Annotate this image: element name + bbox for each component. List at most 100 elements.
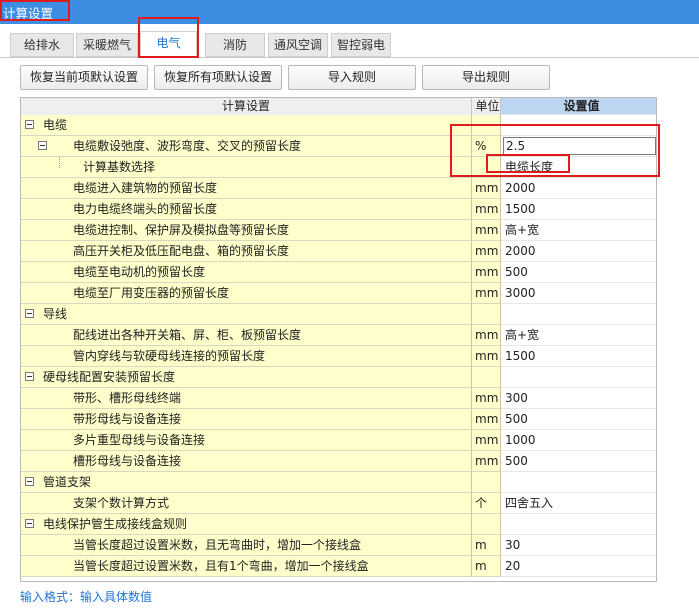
table-row[interactable]: 带形母线与设备连接 mm 500 (21, 409, 656, 430)
setting-label: 电缆 (43, 118, 68, 132)
setting-label: 配线进出各种开关箱、屏、柜、板预留长度 (73, 328, 302, 342)
value-cell[interactable]: 20 (501, 556, 656, 577)
restore-all-button[interactable]: 恢复所有项默认设置 (154, 65, 282, 90)
setting-name-cell[interactable]: 计算基数选择 (21, 157, 472, 178)
setting-label: 高压开关柜及低压配电盘、箱的预留长度 (73, 244, 290, 258)
setting-name-cell[interactable]: 支架个数计算方式 (21, 493, 472, 514)
setting-name-cell[interactable]: 电线保护管生成接线盒规则 (21, 514, 472, 535)
setting-name-cell[interactable]: 硬母线配置安装预留长度 (21, 367, 472, 388)
table-row[interactable]: 管内穿线与软硬母线连接的预留长度 mm 1500 (21, 346, 656, 367)
collapse-icon[interactable] (25, 477, 34, 486)
table-row[interactable]: 电力电缆终端头的预留长度 mm 1500 (21, 199, 656, 220)
tab-weak-current[interactable]: 智控弱电 (331, 33, 391, 57)
setting-name-cell[interactable]: 电缆至电动机的预留长度 (21, 262, 472, 283)
unit-cell: 个 (472, 493, 501, 514)
setting-name-cell[interactable]: 管内穿线与软硬母线连接的预留长度 (21, 346, 472, 367)
setting-label: 电缆进控制、保护屏及模拟盘等预留长度 (73, 223, 290, 237)
table-row[interactable]: 高压开关柜及低压配电盘、箱的预留长度 mm 2000 (21, 241, 656, 262)
setting-label: 当管长度超过设置米数，且有1个弯曲，增加一个接线盒 (73, 559, 369, 573)
setting-name-cell[interactable]: 当管长度超过设置米数，且无弯曲时，增加一个接线盒 (21, 535, 472, 556)
table-row[interactable]: 多片重型母线与设备连接 mm 1000 (21, 430, 656, 451)
table-row[interactable]: 带形、槽形母线终端 mm 300 (21, 388, 656, 409)
value-cell[interactable] (501, 472, 656, 493)
value-cell[interactable]: 四舍五入 (501, 493, 656, 514)
setting-label: 硬母线配置安装预留长度 (43, 370, 176, 384)
setting-label: 带形母线与设备连接 (73, 412, 182, 426)
unit-cell: mm (472, 220, 501, 241)
setting-name-cell[interactable]: 管道支架 (21, 472, 472, 493)
value-cell[interactable]: 1500 (501, 346, 656, 367)
value-cell[interactable] (501, 514, 656, 535)
setting-name-cell[interactable]: 当管长度超过设置米数，且有1个弯曲，增加一个接线盒 (21, 556, 472, 577)
tab-plumbing[interactable]: 给排水 (10, 33, 74, 57)
header-value: 设置值 (501, 98, 656, 115)
setting-name-cell[interactable]: 带形母线与设备连接 (21, 409, 472, 430)
setting-label: 电缆至电动机的预留长度 (73, 265, 206, 279)
value-cell[interactable]: 2000 (501, 178, 656, 199)
setting-name-cell[interactable]: 电缆 (21, 115, 472, 136)
import-rules-button[interactable]: 导入规则 (288, 65, 416, 90)
setting-name-cell[interactable]: 导线 (21, 304, 472, 325)
unit-cell: mm (472, 241, 501, 262)
collapse-icon[interactable] (25, 309, 34, 318)
unit-cell: mm (472, 409, 501, 430)
table-row[interactable]: 当管长度超过设置米数，且有1个弯曲，增加一个接线盒 m 20 (21, 556, 656, 577)
table-row[interactable]: 槽形母线与设备连接 mm 500 (21, 451, 656, 472)
setting-name-cell[interactable]: 多片重型母线与设备连接 (21, 430, 472, 451)
collapse-icon[interactable] (25, 372, 34, 381)
setting-label: 导线 (43, 307, 68, 321)
value-cell[interactable]: 3000 (501, 283, 656, 304)
setting-name-cell[interactable]: 配线进出各种开关箱、屏、柜、板预留长度 (21, 325, 472, 346)
setting-label: 电缆至厂用变压器的预留长度 (73, 286, 230, 300)
table-row[interactable]: 导线 (21, 304, 656, 325)
setting-name-cell[interactable]: 电缆进入建筑物的预留长度 (21, 178, 472, 199)
unit-cell: mm (472, 325, 501, 346)
table-row[interactable]: 配线进出各种开关箱、屏、柜、板预留长度 mm 高+宽 (21, 325, 656, 346)
input-format-hint: 输入格式：输入具体数值 (20, 590, 153, 604)
value-cell[interactable]: 1500 (501, 199, 656, 220)
value-cell[interactable]: 300 (501, 388, 656, 409)
value-cell[interactable] (501, 367, 656, 388)
highlight-tab (138, 17, 199, 58)
restore-current-button[interactable]: 恢复当前项默认设置 (20, 65, 148, 90)
setting-name-cell[interactable]: 电缆进控制、保护屏及模拟盘等预留长度 (21, 220, 472, 241)
table-row[interactable]: 支架个数计算方式 个四舍五入 (21, 493, 656, 514)
table-row[interactable]: 电缆进入建筑物的预留长度 mm 2000 (21, 178, 656, 199)
setting-name-cell[interactable]: 电力电缆终端头的预留长度 (21, 199, 472, 220)
value-cell[interactable] (501, 304, 656, 325)
value-cell[interactable]: 500 (501, 451, 656, 472)
value-cell[interactable]: 高+宽 (501, 325, 656, 346)
setting-name-cell[interactable]: 带形、槽形母线终端 (21, 388, 472, 409)
value-cell[interactable]: 500 (501, 262, 656, 283)
setting-name-cell[interactable]: 电缆至厂用变压器的预留长度 (21, 283, 472, 304)
tree-line (59, 157, 60, 168)
value-cell[interactable]: 高+宽 (501, 220, 656, 241)
collapse-icon[interactable] (25, 519, 34, 528)
value-cell[interactable]: 2000 (501, 241, 656, 262)
table-row[interactable]: 硬母线配置安装预留长度 (21, 367, 656, 388)
value-cell[interactable]: 30 (501, 535, 656, 556)
highlight-title (0, 0, 70, 21)
collapse-icon[interactable] (38, 141, 47, 150)
setting-label: 电缆进入建筑物的预留长度 (73, 181, 218, 195)
setting-name-cell[interactable]: 电缆敷设弛度、波形弯度、交叉的预留长度 (21, 136, 472, 157)
unit-cell (472, 367, 501, 388)
export-rules-button[interactable]: 导出规则 (422, 65, 550, 90)
tab-heating-gas[interactable]: 采暖燃气 (76, 33, 138, 57)
collapse-icon[interactable] (25, 120, 34, 129)
value-cell[interactable]: 500 (501, 409, 656, 430)
unit-cell: m (472, 556, 501, 577)
table-row[interactable]: 电缆至厂用变压器的预留长度 mm 3000 (21, 283, 656, 304)
setting-label: 槽形母线与设备连接 (73, 454, 182, 468)
setting-name-cell[interactable]: 高压开关柜及低压配电盘、箱的预留长度 (21, 241, 472, 262)
table-row[interactable]: 电线保护管生成接线盒规则 (21, 514, 656, 535)
value-cell[interactable]: 1000 (501, 430, 656, 451)
setting-name-cell[interactable]: 槽形母线与设备连接 (21, 451, 472, 472)
table-row[interactable]: 电缆至电动机的预留长度 mm 500 (21, 262, 656, 283)
tab-fire[interactable]: 消防 (205, 33, 265, 57)
table-row[interactable]: 电缆进控制、保护屏及模拟盘等预留长度 mm 高+宽 (21, 220, 656, 241)
table-row[interactable]: 当管长度超过设置米数，且无弯曲时，增加一个接线盒 m 30 (21, 535, 656, 556)
table-row[interactable]: 管道支架 (21, 472, 656, 493)
tab-hvac[interactable]: 通风空调 (268, 33, 328, 57)
header-setting: 计算设置 (21, 98, 472, 115)
